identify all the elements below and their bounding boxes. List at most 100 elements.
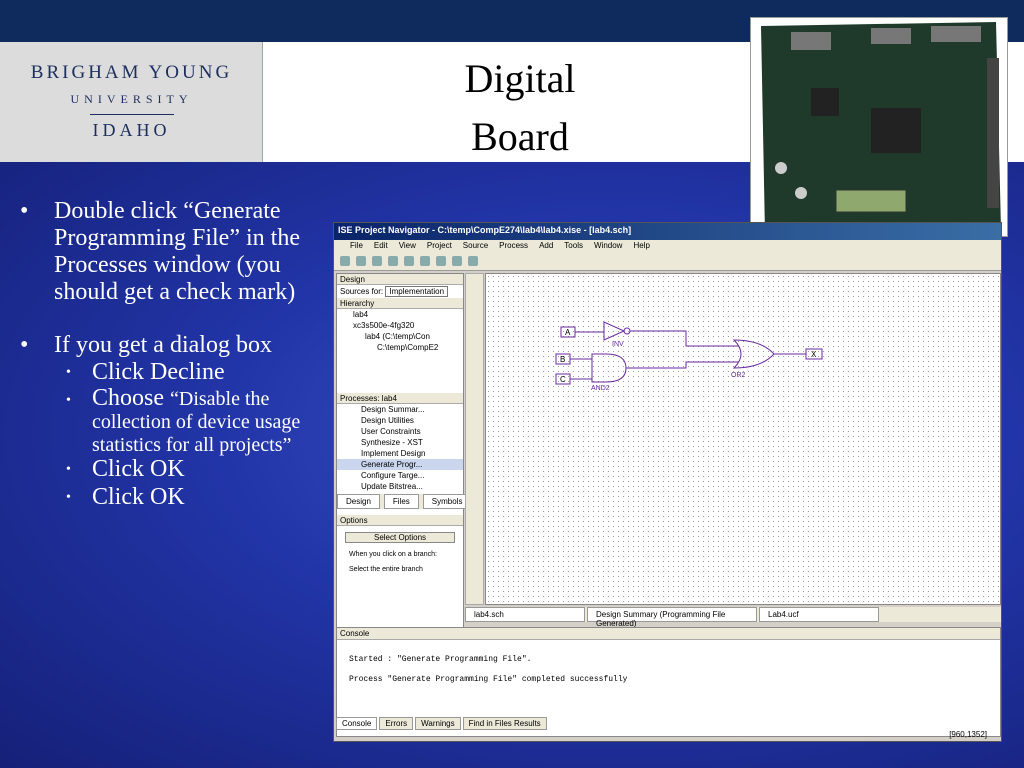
logo-line1: BRIGHAM YOUNG xyxy=(30,62,233,83)
tab-files[interactable]: Files xyxy=(383,494,419,509)
console-title: Console xyxy=(337,628,1000,640)
tab-design-summary[interactable]: Design Summary (Programming File Generat… xyxy=(587,607,757,628)
tree-item[interactable]: C:\temp\CompE2 xyxy=(337,342,463,353)
run-icon[interactable] xyxy=(468,256,478,266)
menu-edit[interactable]: Edit xyxy=(374,241,388,252)
slide-title: Digital Board xyxy=(430,50,610,166)
console-line: Started : "Generate Programming File". xyxy=(349,655,532,664)
select-options-button[interactable]: Select Options xyxy=(345,532,455,543)
tab-errors[interactable]: Errors xyxy=(379,717,414,730)
console-output: Started : "Generate Programming File". P… xyxy=(337,640,1000,700)
toolbar xyxy=(334,253,1001,271)
menu-project[interactable]: Project xyxy=(427,241,452,252)
sub-bullet-text: Click Decline xyxy=(92,359,225,385)
console-tabs: Console Errors Warnings Find in Files Re… xyxy=(336,717,549,730)
input-c: C xyxy=(555,373,571,385)
schematic-toolbar xyxy=(465,273,484,605)
board-photo xyxy=(750,17,1008,237)
logo-line2: UNIVERSITY xyxy=(70,92,193,106)
sub-bullet-text: Click OK xyxy=(92,484,185,510)
schematic-canvas[interactable]: A B C X INV AND2 OR2 xyxy=(485,273,1001,605)
find-icon[interactable] xyxy=(436,256,446,266)
options-desc: When you click on a branch: xyxy=(349,551,437,558)
menu-file[interactable]: File xyxy=(350,241,363,252)
sub-bullet: • Click Decline xyxy=(66,359,320,387)
options-title: Options xyxy=(337,515,463,526)
open-icon[interactable] xyxy=(356,256,366,266)
tab-console[interactable]: Console xyxy=(336,717,378,730)
input-a: A xyxy=(560,326,576,338)
cut-icon[interactable] xyxy=(388,256,398,266)
and-gate xyxy=(591,353,627,383)
bullet-dot: • xyxy=(66,393,71,408)
input-b: B xyxy=(555,353,571,365)
inv-gate xyxy=(603,321,626,341)
process-item[interactable]: Design Utilities xyxy=(337,415,463,426)
svg-text:X: X xyxy=(811,350,817,359)
sub-bullet-text: Click OK xyxy=(92,456,185,482)
status-coordinates: [960,1352] xyxy=(949,730,987,739)
bullet-list: • Double click “Generate Programming File… xyxy=(20,198,320,512)
process-item[interactable]: Update Bitstrea... xyxy=(337,481,463,492)
copy-icon[interactable] xyxy=(404,256,414,266)
process-item[interactable]: User Constraints xyxy=(337,426,463,437)
bullet-dot: • xyxy=(20,198,29,224)
menu-process[interactable]: Process xyxy=(499,241,528,252)
title-line1: Digital xyxy=(464,56,576,101)
bullet-dot: • xyxy=(66,490,71,505)
menu-bar: File Edit View Project Source Process Add Tools… xyxy=(334,240,1001,253)
bullet-dot: • xyxy=(20,332,29,358)
tree-item[interactable]: lab4 (C:\temp\Con xyxy=(337,331,463,342)
sub-bullet: • Click OK xyxy=(66,456,320,484)
bullet-dot: • xyxy=(66,462,71,477)
undo-icon[interactable] xyxy=(420,256,430,266)
document-tabs: lab4.sch Design Summary (Programming Fil… xyxy=(465,607,1001,628)
output-x: X xyxy=(805,348,823,360)
or-label: OR2 xyxy=(731,372,746,379)
svg-text:C: C xyxy=(560,375,566,384)
bullet-text: If you get a dialog box xyxy=(54,332,272,358)
zoom-icon[interactable] xyxy=(452,256,462,266)
bullet-dot: • xyxy=(66,365,71,380)
inv-label: INV xyxy=(612,341,624,348)
bullet-item: • If you get a dialog box xyxy=(20,332,320,359)
sources-select[interactable]: Implementation xyxy=(385,286,449,297)
or-gate xyxy=(732,339,775,369)
tab-lab4-sch[interactable]: lab4.sch xyxy=(465,607,585,622)
tab-lab4-ucf[interactable]: Lab4.ucf xyxy=(759,607,879,622)
process-item[interactable]: Synthesize - XST xyxy=(337,437,463,448)
menu-help[interactable]: Help xyxy=(633,241,649,252)
sub-bullet-text: Choose xyxy=(92,385,164,411)
sources-row: Sources for: Implementation xyxy=(337,285,463,298)
and-label: AND2 xyxy=(591,385,610,392)
design-pane: Design Sources for: Implementation Hiera… xyxy=(336,273,472,633)
ise-window: ISE Project Navigator - C:\temp\CompE274… xyxy=(333,222,1002,742)
svg-text:B: B xyxy=(560,355,565,364)
save-icon[interactable] xyxy=(372,256,382,266)
window-title: ISE Project Navigator - C:\temp\CompE274… xyxy=(334,223,1001,240)
process-item[interactable]: Configure Targe... xyxy=(337,470,463,481)
tab-warnings[interactable]: Warnings xyxy=(415,717,461,730)
new-icon[interactable] xyxy=(340,256,350,266)
process-item[interactable]: Design Summar... xyxy=(337,404,463,415)
menu-add[interactable]: Add xyxy=(539,241,553,252)
tree-item[interactable]: lab4 xyxy=(337,309,463,320)
sources-label: Sources for: xyxy=(340,287,384,296)
logo-divider xyxy=(90,114,174,115)
tab-design[interactable]: Design xyxy=(337,494,380,509)
menu-tools[interactable]: Tools xyxy=(564,241,583,252)
options-radio[interactable]: Select the entire branch xyxy=(349,566,451,573)
menu-source[interactable]: Source xyxy=(463,241,488,252)
menu-view[interactable]: View xyxy=(399,241,416,252)
tree-item[interactable]: xc3s500e-4fg320 xyxy=(337,320,463,331)
hierarchy-title: Hierarchy xyxy=(337,298,463,309)
sub-bullet: • Choose “Disable the collection of devic… xyxy=(66,385,320,456)
process-item[interactable]: Generate Progr... xyxy=(337,459,463,470)
process-item[interactable]: Implement Design xyxy=(337,448,463,459)
title-line2: Board xyxy=(471,114,569,159)
processes-title: Processes: lab4 xyxy=(337,393,463,404)
menu-window[interactable]: Window xyxy=(594,241,622,252)
svg-text:A: A xyxy=(565,328,571,337)
hierarchy-tree: lab4 xc3s500e-4fg320 lab4 (C:\temp\Con C… xyxy=(337,309,463,353)
tab-find-results[interactable]: Find in Files Results xyxy=(462,717,547,730)
